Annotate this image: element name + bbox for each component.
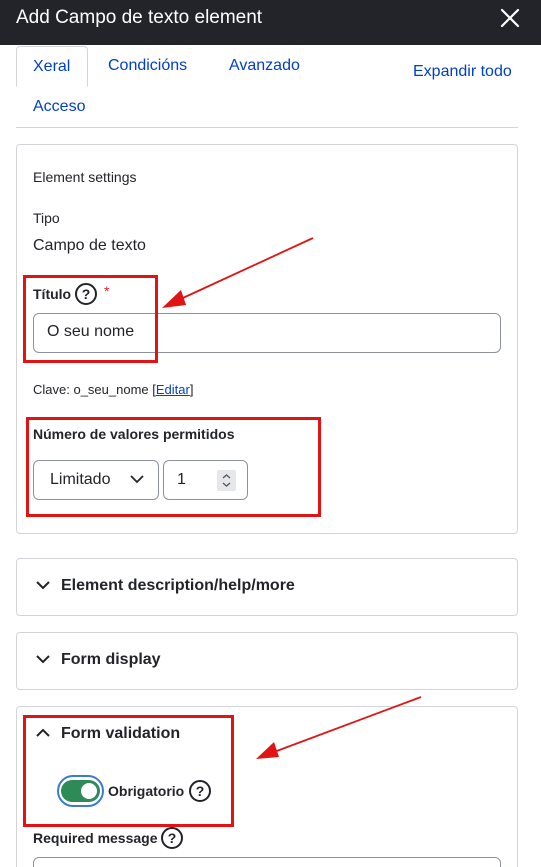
help-icon[interactable]: ?: [161, 827, 183, 849]
cardinality-number[interactable]: 1: [163, 460, 248, 500]
machine-name: Clave: o_seu_nome [Editar]: [33, 382, 193, 397]
dialog-title: Add Campo de texto element: [16, 7, 263, 28]
expand-all-link[interactable]: Expandir todo: [413, 63, 512, 81]
accordion-description[interactable]: Element description/help/more: [16, 558, 518, 616]
cardinality-label: Número de valores permitidos: [33, 426, 235, 442]
help-icon[interactable]: ?: [75, 283, 97, 305]
tab-avanzado[interactable]: Avanzado: [229, 57, 300, 75]
toggle-knob: [81, 783, 97, 799]
cardinality-select-value: Limitado: [50, 471, 111, 488]
tab-xeral[interactable]: Xeral: [16, 46, 88, 87]
chevron-down-icon: [130, 475, 144, 484]
dialog-titlebar: Add Campo de texto element: [0, 0, 541, 45]
accordion-description-title: Element description/help/more: [61, 577, 295, 594]
tab-condicions[interactable]: Condicións: [108, 57, 187, 75]
accordion-form-display-title: Form display: [61, 651, 161, 668]
title-input[interactable]: O seu nome: [33, 313, 501, 353]
required-toggle[interactable]: [57, 775, 104, 807]
required-toggle-label: Obrigatorio: [108, 783, 185, 799]
tab-acceso[interactable]: Acceso: [33, 98, 85, 116]
spinner-icon[interactable]: [217, 470, 236, 491]
close-icon[interactable]: [500, 8, 520, 28]
tab-bar: Xeral Condicións Avanzado Acceso Expandi…: [16, 44, 518, 128]
machine-name-suffix: ]: [189, 382, 194, 397]
required-message-input[interactable]: [33, 857, 501, 867]
chevron-up-icon[interactable]: [36, 728, 50, 738]
machine-name-text: Clave: o_seu_nome [: [33, 382, 156, 397]
help-icon[interactable]: ?: [189, 780, 211, 802]
chevron-down-icon: [36, 581, 50, 590]
title-input-value: O seu nome: [47, 323, 135, 340]
type-value: Campo de texto: [33, 237, 146, 254]
settings-heading: Element settings: [33, 169, 137, 185]
chevron-down-icon: [36, 655, 50, 664]
required-message-label: Required message: [33, 830, 158, 846]
machine-name-edit-link[interactable]: Editar: [156, 382, 190, 397]
title-label: Título: [33, 286, 72, 302]
accordion-form-validation-title[interactable]: Form validation: [61, 725, 180, 743]
type-label: Tipo: [33, 210, 60, 226]
toggle-track: [61, 780, 100, 802]
cardinality-number-value: 1: [177, 471, 186, 488]
cardinality-select[interactable]: Limitado: [33, 460, 159, 500]
required-marker: *: [104, 283, 110, 299]
accordion-form-display[interactable]: Form display: [16, 632, 518, 690]
